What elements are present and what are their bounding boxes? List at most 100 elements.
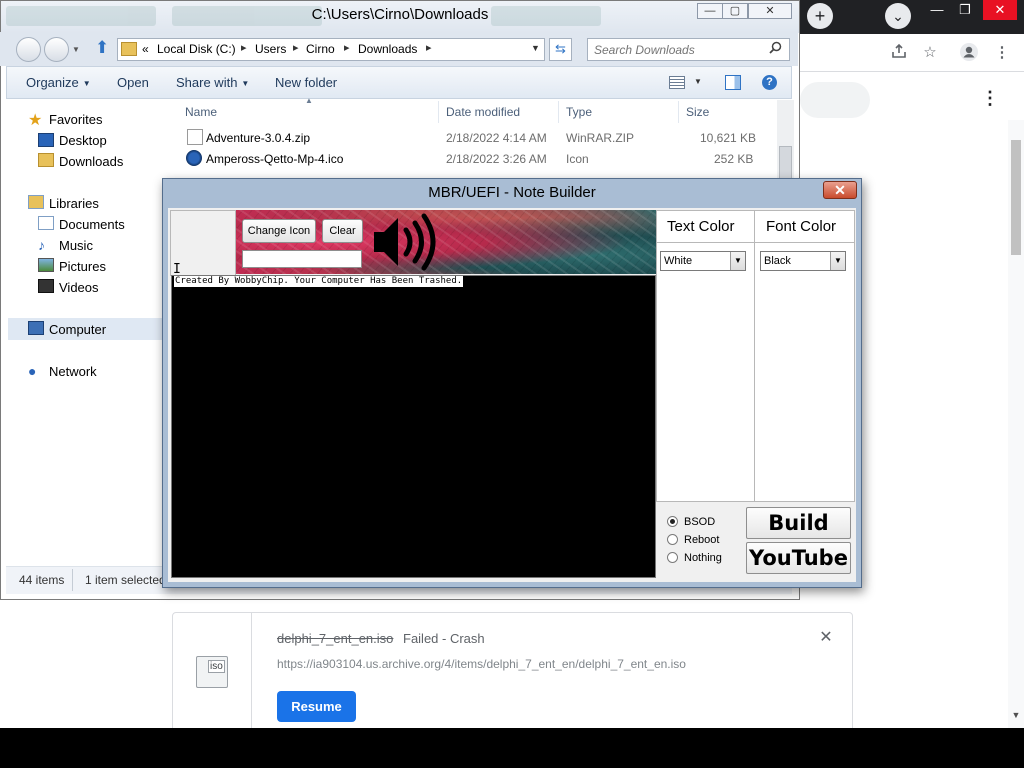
column-header-name[interactable]: Name xyxy=(185,105,217,119)
nav-documents[interactable]: Documents xyxy=(59,217,125,232)
scroll-down-arrow-icon[interactable]: ▼ xyxy=(1010,710,1022,724)
recent-pages-dropdown-icon[interactable]: ▼ xyxy=(72,45,80,54)
nav-libraries[interactable]: Libraries xyxy=(49,196,99,211)
chrome-scroll-thumb[interactable] xyxy=(1011,140,1021,255)
resume-button[interactable]: Resume xyxy=(277,691,356,722)
profile-avatar-icon[interactable] xyxy=(958,42,980,64)
column-header-type[interactable]: Type xyxy=(566,105,592,119)
note-builder-close-button[interactable]: ✕ xyxy=(823,181,857,199)
radio-bsod[interactable] xyxy=(667,516,678,527)
chevron-down-icon[interactable]: ▼ xyxy=(694,77,702,86)
download-status: Failed - Crash xyxy=(403,631,485,646)
iso-file-icon: iso xyxy=(196,656,228,688)
text-color-heading: Text Color xyxy=(667,218,735,235)
help-icon[interactable]: ? xyxy=(762,75,777,90)
column-header-date[interactable]: Date modified xyxy=(446,105,520,119)
note-editor[interactable] xyxy=(171,275,656,578)
share-with-label: Share with xyxy=(176,75,238,90)
youtube-button[interactable]: YouTube xyxy=(746,542,851,574)
column-divider[interactable] xyxy=(678,101,679,123)
item-count: 44 items xyxy=(19,573,65,587)
preview-pane-icon[interactable] xyxy=(725,75,741,90)
remove-download-close-icon[interactable]: ✕ xyxy=(818,630,834,646)
selection-count: 1 item selected xyxy=(85,573,166,587)
explorer-window-title: C:\Users\Cirno\Downloads xyxy=(311,6,489,23)
change-icon-button[interactable]: Change Icon xyxy=(242,219,316,243)
breadcrumb-overflow[interactable]: « xyxy=(142,42,149,56)
bookmark-star-icon[interactable]: ☆ xyxy=(919,42,941,64)
nav-desktop[interactable]: Desktop xyxy=(59,133,107,148)
nav-music[interactable]: Music xyxy=(59,238,93,253)
column-divider[interactable] xyxy=(558,101,559,123)
nav-videos[interactable]: Videos xyxy=(59,280,99,295)
color-panel-divider xyxy=(754,210,755,502)
file-type: Icon xyxy=(566,152,589,166)
new-tab-button[interactable]: + xyxy=(807,3,833,29)
open-button[interactable]: Open xyxy=(117,75,149,90)
font-color-heading: Font Color xyxy=(766,218,837,235)
chrome-close-button[interactable]: ✕ xyxy=(983,0,1017,20)
breadcrumb-arrow-icon[interactable]: ▸ xyxy=(426,41,432,54)
column-header-size[interactable]: Size xyxy=(686,105,709,119)
share-with-menu[interactable]: Share with ▼ xyxy=(176,75,249,90)
radio-nothing-label[interactable]: Nothing xyxy=(684,552,722,564)
note-text[interactable]: Created By WobbyChip. Your Computer Has … xyxy=(174,276,464,287)
organize-label: Organize xyxy=(26,75,79,90)
build-button[interactable]: Build xyxy=(746,507,851,539)
download-file-name[interactable]: delphi_7_ent_en.iso xyxy=(277,631,393,646)
radio-bsod-label[interactable]: BSOD xyxy=(684,516,715,528)
nav-network[interactable]: Network xyxy=(49,364,97,379)
file-name[interactable]: Ampeross-Qetto-Mp-4.ico xyxy=(206,152,343,166)
search-icon[interactable] xyxy=(769,41,782,57)
breadcrumb-local-disk[interactable]: Local Disk (C:) xyxy=(157,42,236,56)
column-divider[interactable] xyxy=(438,101,439,123)
chevron-down-icon: ▼ xyxy=(82,79,91,89)
nav-computer[interactable]: Computer xyxy=(49,322,106,337)
address-history-dropdown-icon[interactable]: ▼ xyxy=(531,43,540,53)
refresh-icon[interactable]: ⇆ xyxy=(549,38,572,61)
desktop-icon xyxy=(38,133,54,147)
search-input[interactable] xyxy=(587,38,790,61)
forward-button[interactable] xyxy=(44,37,69,62)
chevron-down-icon[interactable]: ▼ xyxy=(830,252,845,270)
breadcrumb-arrow-icon[interactable]: ▸ xyxy=(293,41,299,54)
file-size: 10,621 KB xyxy=(700,131,757,145)
explorer-close-button[interactable]: ✕ xyxy=(748,3,792,19)
explorer-maximize-button[interactable]: ▢ xyxy=(722,3,748,19)
nav-favorites[interactable]: Favorites xyxy=(49,112,102,127)
radio-reboot-label[interactable]: Reboot xyxy=(684,534,719,546)
clear-button[interactable]: Clear xyxy=(322,219,363,243)
breadcrumb-cirno[interactable]: Cirno xyxy=(306,42,335,56)
organize-menu[interactable]: Organize ▼ xyxy=(26,75,91,90)
file-date: 2/18/2022 4:14 AM xyxy=(446,131,547,145)
explorer-minimize-button[interactable]: — xyxy=(697,3,723,19)
view-options-icon[interactable] xyxy=(669,76,685,89)
chevron-down-icon[interactable]: ▼ xyxy=(730,252,745,270)
radio-reboot[interactable] xyxy=(667,534,678,545)
chrome-menu-icon[interactable]: ⋮ xyxy=(991,42,1013,64)
icon-path-field[interactable] xyxy=(242,250,362,268)
downloads-menu-icon[interactable]: ⋮ xyxy=(980,88,1000,110)
nav-downloads[interactable]: Downloads xyxy=(59,154,123,169)
file-name[interactable]: Adventure-3.0.4.zip xyxy=(206,131,310,145)
up-arrow-icon[interactable]: ⬆ xyxy=(95,38,109,58)
back-button[interactable] xyxy=(16,37,41,62)
download-url[interactable]: https://ia903104.us.archive.org/4/items/… xyxy=(277,657,686,671)
tab-search-button[interactable]: ⌄ xyxy=(885,3,911,29)
file-badge: iso xyxy=(208,660,225,673)
share-icon[interactable] xyxy=(888,42,910,64)
chrome-restore-button[interactable]: ❐ xyxy=(949,0,981,20)
breadcrumb-arrow-icon[interactable]: ▸ xyxy=(241,41,247,54)
new-folder-button[interactable]: New folder xyxy=(275,75,337,90)
radio-nothing[interactable] xyxy=(667,552,678,563)
nav-pictures[interactable]: Pictures xyxy=(59,259,106,274)
breadcrumb-users[interactable]: Users xyxy=(255,42,286,56)
breadcrumb-arrow-icon[interactable]: ▸ xyxy=(344,41,350,54)
breadcrumb-downloads[interactable]: Downloads xyxy=(358,42,417,56)
downloads-search-pill[interactable] xyxy=(800,82,870,118)
file-date: 2/18/2022 3:26 AM xyxy=(446,152,547,166)
speaker-sound-icon[interactable] xyxy=(370,212,442,272)
sort-ascending-icon: ▲ xyxy=(305,96,313,105)
status-divider xyxy=(72,569,73,591)
favorites-star-icon: ★ xyxy=(28,112,43,129)
